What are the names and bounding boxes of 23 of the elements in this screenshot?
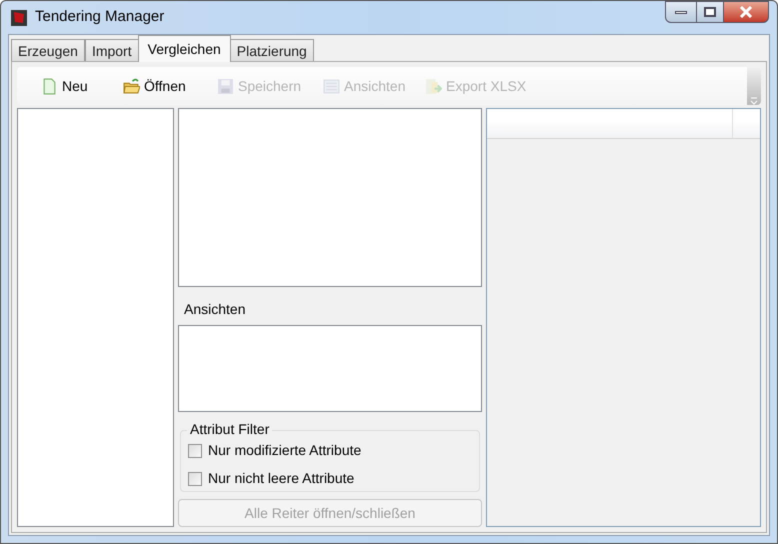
tab[interactable]: Platzierung — [230, 39, 314, 62]
tab[interactable]: Erzeugen — [11, 39, 85, 62]
checkbox-label: Nur nicht leere Attribute — [208, 469, 354, 488]
open-button[interactable]: Öffnen — [123, 73, 217, 99]
overflow-icon[interactable] — [747, 67, 761, 105]
minimize-button[interactable] — [665, 1, 697, 23]
tab[interactable]: Import — [84, 39, 139, 62]
app-icon — [11, 10, 27, 26]
new-button[interactable]: Neu — [41, 73, 123, 99]
checkbox[interactable] — [188, 444, 202, 458]
window-title: Tendering Manager — [35, 7, 164, 28]
spreadsheet-icon — [425, 78, 442, 94]
folder-icon — [123, 78, 140, 94]
views-list[interactable] — [178, 325, 482, 412]
checkbox-label: Nur modifizierte Attribute — [208, 441, 362, 460]
tab[interactable]: Vergleichen — [138, 35, 231, 62]
close-icon — [739, 6, 753, 18]
checkbox[interactable] — [188, 472, 202, 486]
close-button[interactable] — [723, 1, 769, 23]
list-icon — [323, 78, 340, 94]
document-icon — [41, 78, 58, 94]
maximize-button[interactable] — [697, 1, 723, 23]
views-label: Ansichten — [184, 300, 246, 319]
